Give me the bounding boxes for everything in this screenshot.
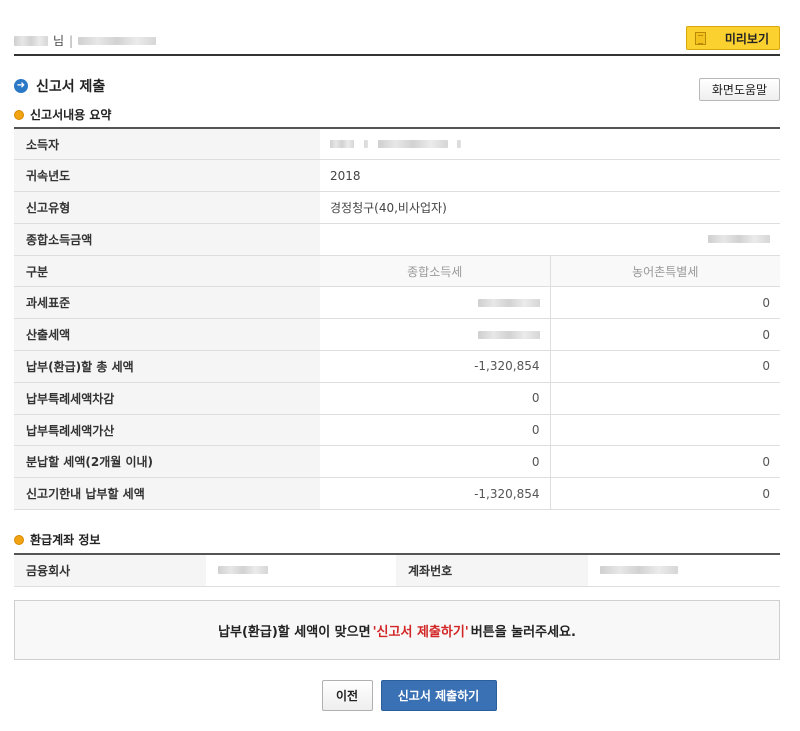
- installment-rural: 0: [550, 445, 780, 479]
- table-row: 과세표준 0: [14, 286, 780, 320]
- notice-text-before: 납부(환급)할 세액이 맞으면: [218, 624, 371, 640]
- calc-tax-income: [320, 318, 551, 352]
- prev-button[interactable]: 이전: [321, 680, 373, 711]
- table-row: 납부(환급)할 총 세액 -1,320,854 0: [14, 350, 780, 383]
- special-deduct-rural: [550, 382, 780, 415]
- account-label: 계좌번호: [396, 554, 588, 587]
- column-header-rural-tax: 농어촌특별세: [550, 255, 780, 288]
- calc-tax-rural: 0: [550, 318, 780, 352]
- circle-arrow-icon: ➜: [14, 79, 28, 93]
- special-add-income: 0: [320, 414, 551, 447]
- installment-income: 0: [320, 445, 551, 479]
- special-add-rural: [550, 414, 780, 447]
- table-row: 납부특례세액가산 0: [14, 414, 780, 447]
- table-row: 산출세액 0: [14, 318, 780, 352]
- redacted-user-id: [78, 36, 157, 45]
- table-row: 신고기한내 납부할 세액 -1,320,854 0: [14, 477, 780, 511]
- submit-button[interactable]: 신고서 제출하기: [380, 680, 497, 711]
- table-row: 소득자: [14, 128, 780, 161]
- refund-account-table: 금융회사 계좌번호: [14, 553, 780, 587]
- user-info: 님 |: [14, 32, 157, 49]
- row-label: 구분: [14, 255, 320, 288]
- bullet-dot-icon: [14, 109, 24, 120]
- row-label: 신고유형: [14, 191, 320, 224]
- bank-value: [206, 554, 396, 587]
- user-suffix: 님: [53, 34, 65, 48]
- bullet-dot-icon: [14, 534, 24, 545]
- row-label: 산출세액: [14, 318, 320, 352]
- total-income-value: [320, 223, 780, 256]
- row-label: 분납할 세액(2개월 이내): [14, 445, 320, 479]
- table-row: 종합소득금액: [14, 223, 780, 256]
- type-value: 경정청구(40,비사업자): [320, 191, 780, 224]
- page-title-text: 신고서 제출: [36, 79, 106, 95]
- summary-title-text: 신고서내용 요약: [30, 108, 112, 122]
- row-label: 납부특례세액가산: [14, 414, 320, 447]
- preview-label: 미리보기: [724, 31, 769, 46]
- table-row: 구분 종합소득세 농어촌특별세: [14, 255, 780, 288]
- notice-highlight: '신고서 제출하기': [372, 624, 469, 640]
- notice-text-after: 버튼을 눌러주세요.: [470, 624, 576, 640]
- row-label: 종합소득금액: [14, 223, 320, 256]
- summary-table: 소득자 귀속년도 2018 신고유형 경정청구(40,비사업자) 종합소득금액 …: [14, 127, 780, 511]
- table-row: 귀속년도 2018: [14, 159, 780, 193]
- top-bar: 님 | 미리보기: [14, 26, 780, 56]
- preview-button[interactable]: 미리보기: [686, 26, 780, 50]
- row-label: 납부특례세액차감: [14, 382, 320, 415]
- income-person-value: [320, 128, 780, 161]
- row-label: 납부(환급)할 총 세액: [14, 350, 320, 383]
- table-row: 신고유형 경정청구(40,비사업자): [14, 191, 780, 224]
- row-label: 소득자: [14, 128, 320, 161]
- tax-base-rural: 0: [550, 286, 780, 320]
- total-due-rural: 0: [550, 350, 780, 383]
- summary-section-title: 신고서내용 요약: [14, 106, 111, 123]
- refund-section-title: 환급계좌 정보: [14, 531, 100, 548]
- table-row: 분납할 세액(2개월 이내) 0 0: [14, 445, 780, 479]
- page-title: ➜ 신고서 제출: [14, 76, 105, 96]
- document-icon: [695, 32, 706, 45]
- submit-notice: 납부(환급)할 세액이 맞으면 '신고서 제출하기' 버튼을 눌러주세요.: [14, 600, 780, 660]
- bank-label: 금융회사: [14, 554, 206, 587]
- table-row: 금융회사 계좌번호: [14, 554, 780, 587]
- column-header-income-tax: 종합소득세: [320, 255, 551, 288]
- deadline-income: -1,320,854: [320, 477, 551, 511]
- tax-base-income: [320, 286, 551, 320]
- action-buttons: 이전 신고서 제출하기: [0, 680, 800, 711]
- year-value: 2018: [320, 159, 780, 193]
- account-value: [588, 554, 780, 587]
- total-due-income: -1,320,854: [320, 350, 551, 383]
- row-label: 신고기한내 납부할 세액: [14, 477, 320, 511]
- special-deduct-income: 0: [320, 382, 551, 415]
- user-separator: |: [69, 33, 74, 48]
- row-label: 과세표준: [14, 286, 320, 320]
- refund-title-text: 환급계좌 정보: [30, 533, 101, 547]
- table-row: 납부특례세액차감 0: [14, 382, 780, 415]
- redacted-user-name: [14, 35, 48, 46]
- deadline-rural: 0: [550, 477, 780, 511]
- row-label: 귀속년도: [14, 159, 320, 193]
- help-button[interactable]: 화면도움말: [699, 78, 780, 101]
